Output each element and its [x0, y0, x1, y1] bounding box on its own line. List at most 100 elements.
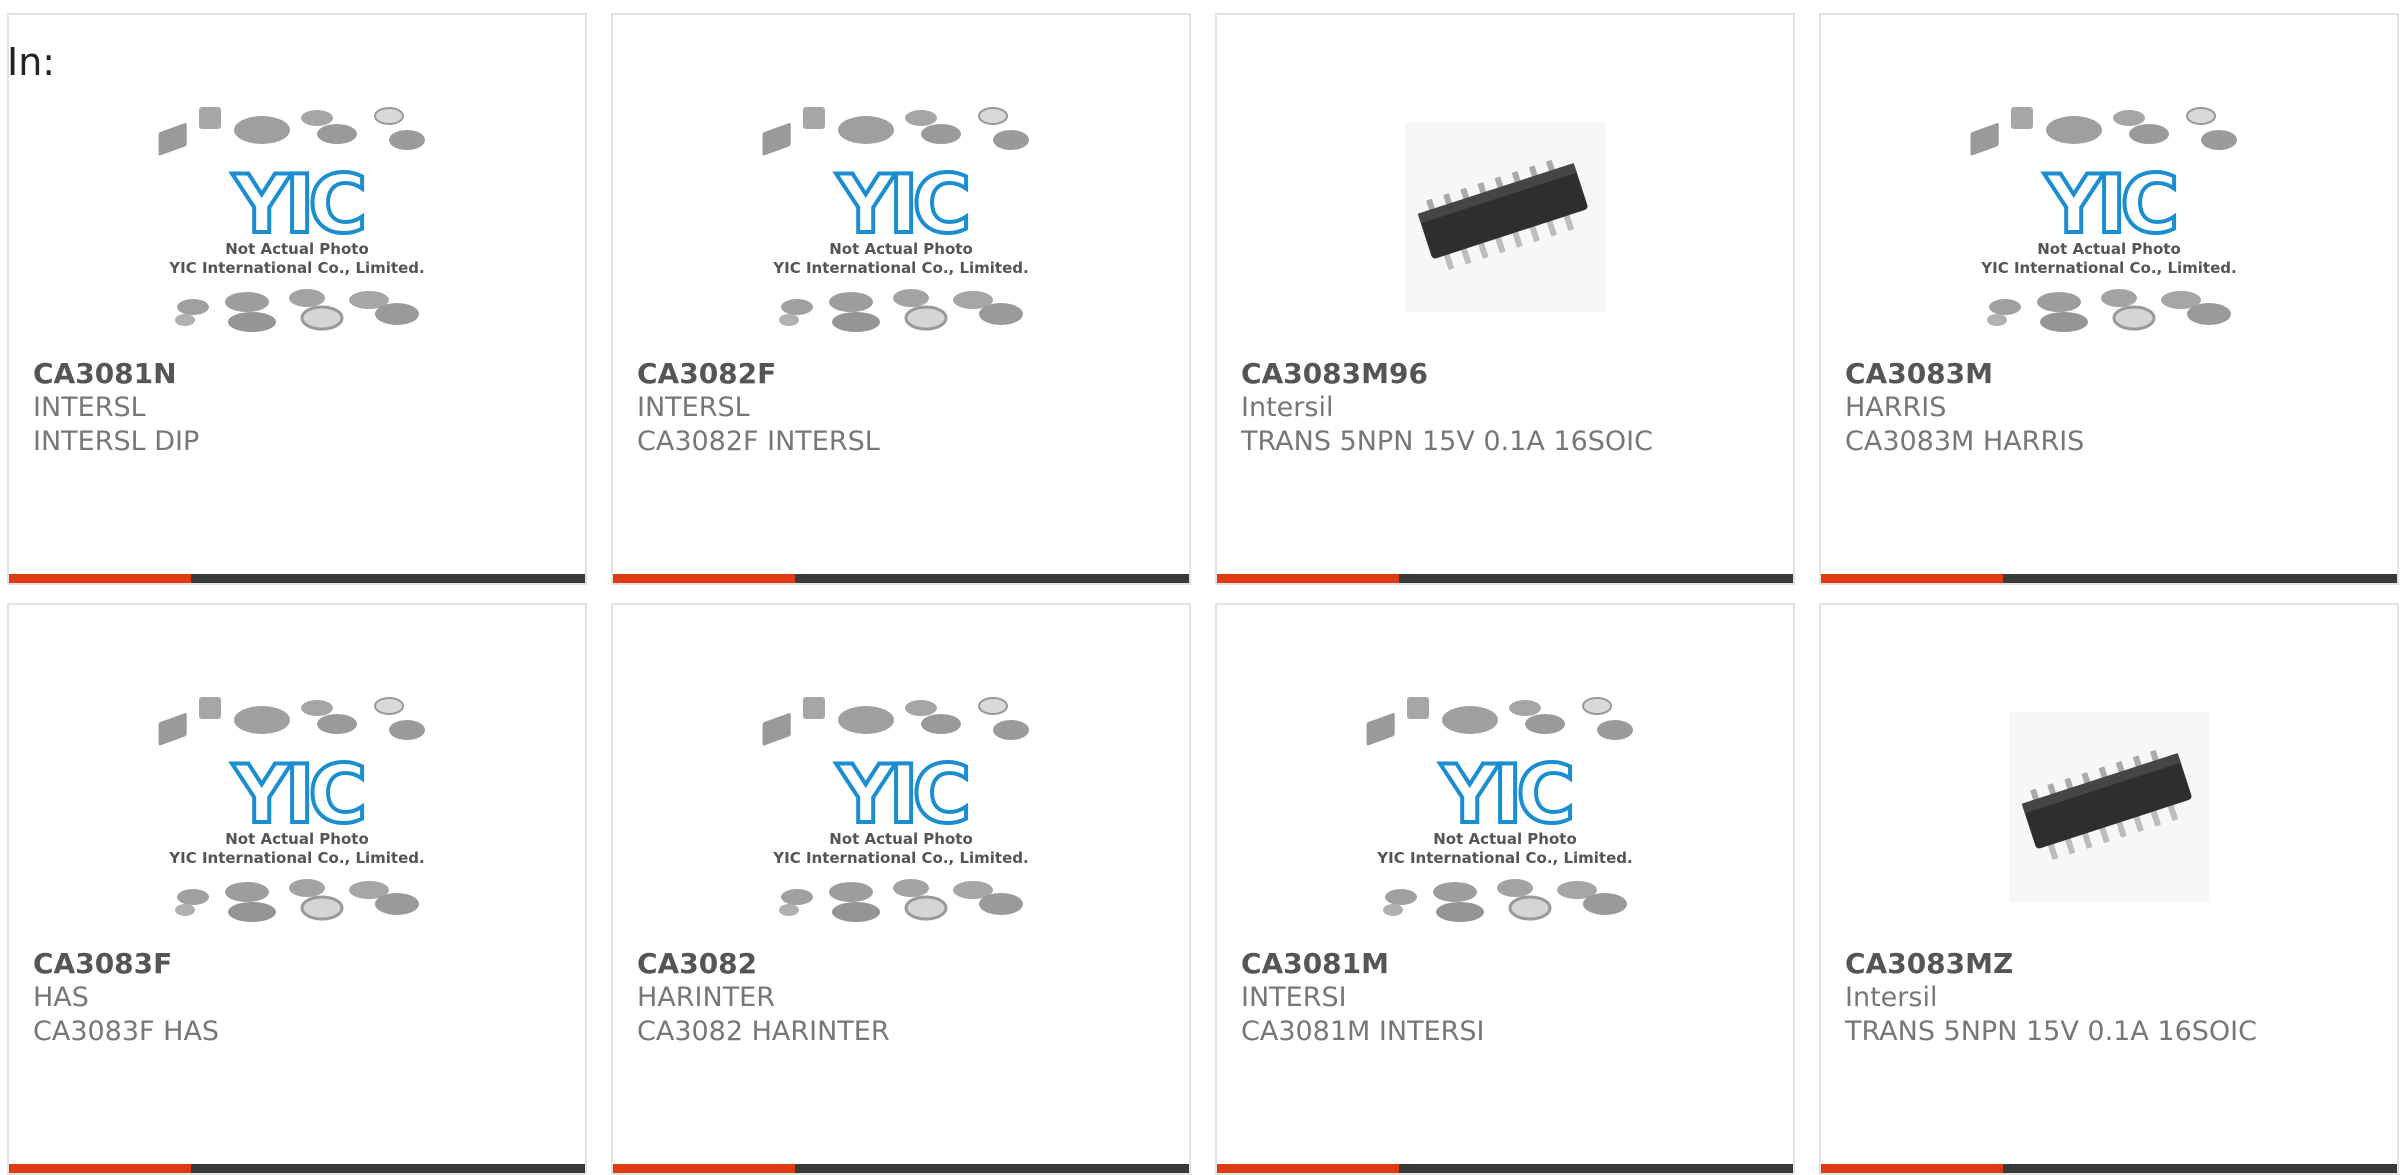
chip-glyph	[1508, 895, 1552, 921]
chip-glyph	[225, 882, 269, 902]
chip-glyph	[1970, 122, 1999, 156]
product-card[interactable]: YIC Not Actual Photo YIC International Co.…	[1819, 13, 2399, 585]
chip-glyph	[1436, 902, 1484, 922]
chip-glyph	[158, 122, 187, 156]
soic-chip-image	[2009, 712, 2209, 902]
product-card[interactable]: YIC Not Actual Photo YIC International Co.…	[7, 13, 587, 585]
chip-glyph	[375, 893, 419, 915]
manufacturer: HARINTER	[637, 982, 776, 1013]
part-number[interactable]: CA3083M	[1845, 357, 2381, 391]
product-image[interactable]: YIC Not Actual Photo YIC International Co.…	[1969, 87, 2249, 347]
soic-chip-image	[1405, 122, 1605, 312]
card-footer-bar	[1217, 1164, 1793, 1173]
placeholder-image: YICNot Actual PhotoYIC International Co.…	[158, 107, 425, 332]
chip-glyph	[1525, 714, 1565, 734]
card-footer-bar	[9, 1164, 585, 1173]
card-accent-bar	[1217, 574, 1399, 583]
product-image[interactable]: YIC Not Actual Photo YIC International Co.…	[157, 677, 437, 937]
in-label: In:	[7, 40, 56, 84]
placeholder-image: YICNot Actual PhotoYIC International Co.…	[1366, 697, 1633, 922]
part-number[interactable]: CA3083MZ	[1845, 947, 2381, 981]
card-accent-bar	[1217, 1164, 1399, 1173]
product-card[interactable]: YIC Not Actual Photo YIC International Co.…	[1215, 603, 1795, 1175]
part-number[interactable]: CA3083F	[33, 947, 569, 981]
description: CA3082F INTERSL	[637, 426, 880, 457]
manufacturer: HARRIS	[1845, 392, 1947, 423]
chip-glyph	[1433, 882, 1477, 902]
chip-glyph	[199, 697, 221, 719]
chip-glyph	[1583, 893, 1627, 915]
product-image[interactable]: YIC Not Actual Photo YIC International Co.…	[157, 87, 437, 347]
chip-glyph	[1497, 879, 1533, 897]
placeholder-image: YICNot Actual PhotoYIC International Co.…	[762, 107, 1029, 332]
product-card[interactable]: YIC Not Actual Photo YIC International Co.…	[611, 13, 1191, 585]
part-number[interactable]: CA3081M	[1241, 947, 1777, 981]
card-accent-bar	[1821, 1164, 2003, 1173]
chip-glyph	[300, 895, 344, 921]
chip-glyph	[2201, 130, 2237, 150]
chip-glyph	[1987, 314, 2007, 326]
product-image[interactable]: YIC Not Actual Photo YIC International Co.…	[761, 677, 1041, 937]
manufacturer: INTERSL	[33, 392, 146, 423]
placeholder-caption-2: YIC International Co., Limited.	[168, 259, 424, 277]
chip-glyph	[803, 697, 825, 719]
chip-glyph	[317, 714, 357, 734]
yic-logo: YIC	[2044, 158, 2175, 251]
chip-glyph	[979, 893, 1023, 915]
description: CA3083M HARRIS	[1845, 426, 2085, 457]
part-number[interactable]: CA3081N	[33, 357, 569, 391]
placeholder-caption-1: Not Actual Photo	[1433, 830, 1577, 848]
card-footer-bar	[1217, 574, 1793, 583]
chip-glyph	[2040, 312, 2088, 332]
description: TRANS 5NPN 15V 0.1A 16SOIC	[1241, 426, 1653, 457]
chip-glyph	[893, 289, 929, 307]
chip-glyph	[2046, 116, 2102, 144]
chip-glyph	[300, 305, 344, 331]
product-card[interactable]: YIC Not Actual Photo YIC International Co.…	[611, 603, 1191, 1175]
product-card[interactable]: CA3083MZ Intersil TRANS 5NPN 15V 0.1A 16…	[1819, 603, 2399, 1175]
chip-glyph	[1989, 299, 2021, 315]
chip-glyph	[289, 289, 325, 307]
card-accent-bar	[9, 574, 191, 583]
placeholder-image: YICNot Actual PhotoYIC International Co.…	[158, 697, 425, 922]
placeholder-caption-1: Not Actual Photo	[829, 240, 973, 258]
product-card[interactable]: YIC Not Actual Photo YIC International Co.…	[7, 603, 587, 1175]
chip-glyph	[829, 882, 873, 902]
yic-logo: YIC	[836, 158, 967, 251]
chip-glyph	[1383, 904, 1403, 916]
part-number[interactable]: CA3082F	[637, 357, 1173, 391]
chip-glyph	[289, 879, 325, 897]
product-image[interactable]: YIC Not Actual Photo YIC International Co.…	[761, 87, 1041, 347]
chip-glyph	[838, 706, 894, 734]
product-image[interactable]	[1365, 87, 1645, 347]
part-number[interactable]: CA3082	[637, 947, 1173, 981]
chip-glyph	[389, 720, 425, 740]
card-accent-bar	[9, 1164, 191, 1173]
chip-glyph	[905, 700, 937, 716]
product-image[interactable]	[1969, 677, 2249, 937]
chip-glyph	[1509, 700, 1541, 716]
chip-glyph	[979, 303, 1023, 325]
chip-glyph	[234, 116, 290, 144]
yic-logo: YIC	[232, 748, 363, 841]
chip-glyph	[228, 902, 276, 922]
chip-glyph	[301, 700, 333, 716]
chip-glyph	[803, 107, 825, 129]
product-card[interactable]: CA3083M96 Intersil TRANS 5NPN 15V 0.1A 1…	[1215, 13, 1795, 585]
manufacturer: HAS	[33, 982, 89, 1013]
product-image[interactable]: YIC Not Actual Photo YIC International Co.…	[1365, 677, 1645, 937]
placeholder-caption-2: YIC International Co., Limited.	[772, 849, 1028, 867]
part-number[interactable]: CA3083M96	[1241, 357, 1777, 391]
card-footer-bar	[613, 574, 1189, 583]
chip-glyph	[781, 889, 813, 905]
chip-glyph	[2101, 289, 2137, 307]
chip-glyph	[2186, 107, 2216, 125]
chip-glyph	[158, 712, 187, 746]
chip-glyph	[993, 130, 1029, 150]
chip-glyph	[993, 720, 1029, 740]
chip-glyph	[199, 107, 221, 129]
chip-glyph	[175, 314, 195, 326]
chip-glyph	[2187, 303, 2231, 325]
yic-logo: YIC	[1440, 748, 1571, 841]
manufacturer: Intersil	[1845, 982, 1938, 1013]
